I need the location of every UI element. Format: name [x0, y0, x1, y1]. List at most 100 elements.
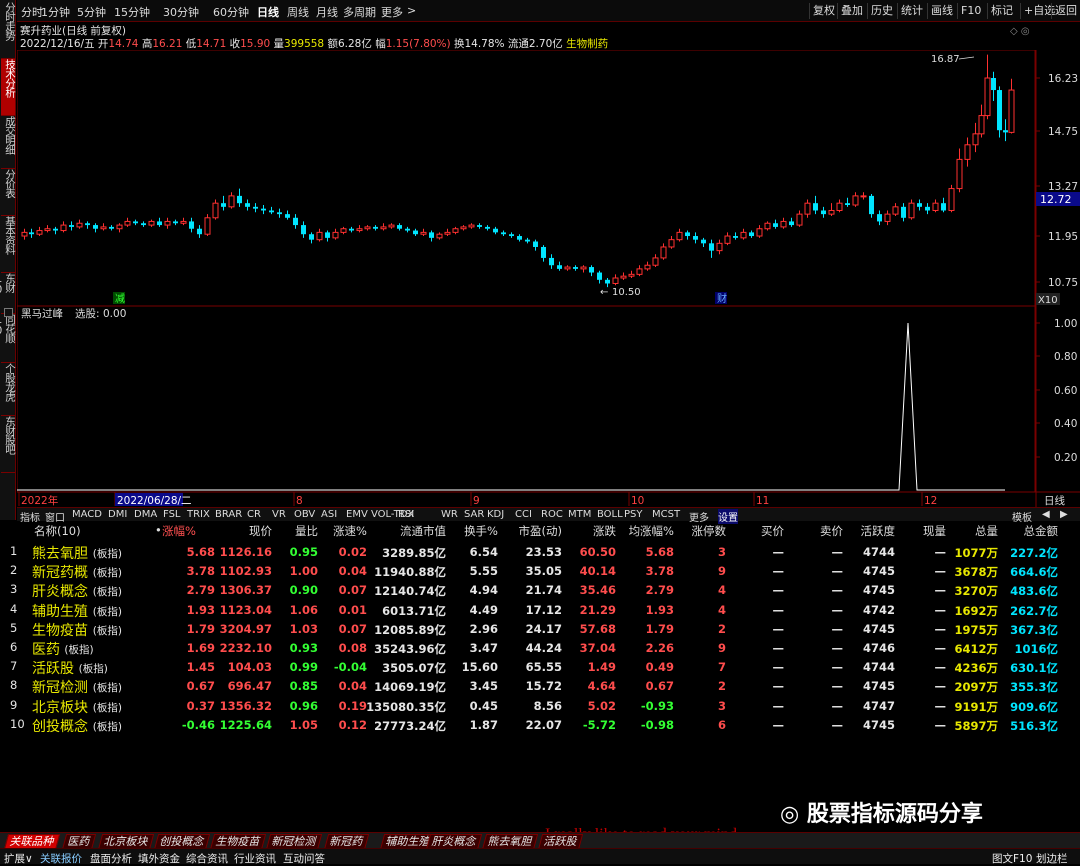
table-row[interactable]: 4 辅助生殖 (板指) 1.93 1123.04 1.06 0.01 6013.71亿 4.49… [0, 601, 1080, 620]
indicator-tab-15[interactable]: WR [441, 509, 458, 520]
left-tab-6[interactable]: 同花顺10 [0, 314, 16, 363]
cell-act: 4745 [862, 717, 895, 732]
column-header-14[interactable]: 活跃度 [861, 523, 896, 539]
left-tab-0[interactable]: 分时走势 [1, 2, 16, 59]
indicator-tab-18[interactable]: CCI [515, 509, 532, 520]
toolbar-button-8[interactable]: 返回 [1051, 3, 1080, 19]
left-tab-1[interactable]: 技术分析 [1, 59, 16, 116]
period-tab-9[interactable]: 多周期 [343, 4, 376, 20]
row-index: 3 [10, 582, 18, 597]
column-header-6[interactable]: 流通市值 [400, 523, 446, 539]
candle-body-down [501, 232, 506, 235]
table-row[interactable]: 5 生物疫苗 (板指) 1.79 3204.97 1.03 0.07 12085.89亿 2.9… [0, 620, 1080, 639]
candle-body-up [676, 231, 683, 241]
table-row[interactable]: 1 熊去氧胆 (板指) 5.68 1126.16 0.95 0.02 3289.85亿 6.54… [0, 543, 1080, 562]
indicator-tab-7[interactable]: BRAR [215, 509, 242, 520]
period-tab-1[interactable]: 1分钟 [41, 4, 70, 20]
column-header-1[interactable]: • [155, 523, 162, 537]
table-row[interactable]: 6 医药 (板指) 1.69 2232.10 0.93 0.08 35243.96亿 3.47 4… [0, 639, 1080, 658]
column-header-17[interactable]: 总金额 [1024, 523, 1059, 539]
table-row[interactable]: 3 肝炎概念 (板指) 2.79 1306.37 0.90 0.07 12140.74亿 4.9… [0, 581, 1080, 600]
indicator-tab-21[interactable]: BOLL [597, 509, 623, 520]
period-tab-2[interactable]: 5分钟 [77, 4, 106, 20]
period-tab-6[interactable]: 日线 [257, 4, 279, 20]
column-header-2[interactable]: 涨幅% [162, 523, 196, 539]
indicator-tab-9[interactable]: VR [272, 509, 286, 520]
toolbar-button-1[interactable]: 叠加 [837, 3, 866, 19]
indicator-tab-17[interactable]: KDJ [487, 509, 504, 520]
indicator-tab-14[interactable]: RSI [398, 509, 414, 520]
period-tab-8[interactable]: 月线 [316, 4, 338, 20]
toolbar-button-3[interactable]: 统计 [897, 3, 926, 19]
toolbar-button-0[interactable]: 复权 [809, 3, 838, 19]
indicator-tab-20[interactable]: MTM [568, 509, 591, 520]
tab-scroll-right-icon[interactable]: ▶ [1060, 509, 1068, 520]
indicator-tab-5[interactable]: FSL [163, 509, 181, 520]
column-header-3[interactable]: 现价 [249, 523, 272, 539]
toolbar-button-2[interactable]: 历史 [867, 3, 896, 19]
cell-price: 1123.04 [219, 602, 272, 617]
period-tab-4[interactable]: 30分钟 [163, 4, 199, 20]
left-tab-8[interactable]: 东财股吧 [1, 416, 16, 473]
candle-body-up [580, 266, 587, 270]
indicator-tab-6[interactable]: TRIX [187, 509, 210, 520]
indicator-toggle-icon[interactable] [4, 308, 13, 317]
column-header-10[interactable]: 均涨幅% [629, 523, 674, 539]
left-tab-3[interactable]: 分价表 [1, 169, 16, 216]
table-row[interactable]: 8 新冠检测 (板指) 0.67 696.47 0.85 0.04 14069.19亿 3.45… [0, 677, 1080, 696]
column-header-16[interactable]: 总量 [975, 523, 998, 539]
tab-scroll-left-icon[interactable]: ◀ [1042, 509, 1050, 520]
period-tab-0[interactable]: 分时 [21, 4, 43, 20]
cell-mv: 27773.24亿 [374, 718, 446, 733]
column-header-12[interactable]: 买价 [761, 523, 784, 539]
indicator-tab-19[interactable]: ROC [541, 509, 563, 520]
indicator-tab-12[interactable]: EMV [346, 509, 368, 520]
period-tab-7[interactable]: 周线 [287, 4, 309, 20]
left-tab-2[interactable]: 成交明细 [1, 116, 16, 169]
indicator-tab-11[interactable]: ASI [321, 509, 337, 520]
period-tab-5[interactable]: 60分钟 [213, 4, 249, 20]
date-axis: 2022年 2022/06/28/二 8 9 10 11 12 日线 [18, 492, 1066, 507]
column-header-8[interactable]: 市盈(动) [519, 523, 562, 539]
column-header-0[interactable]: 名称(10) [34, 523, 81, 539]
column-header-7[interactable]: 换手% [464, 523, 498, 539]
indicator-tab-3[interactable]: DMI [108, 509, 127, 520]
left-tab-4[interactable]: 基本资料 [1, 216, 16, 273]
indicator-tab-1[interactable]: 窗口 [45, 509, 65, 524]
indicator-tab-23[interactable]: MCST [652, 509, 680, 520]
indicator-tab-0[interactable]: 指标 [20, 509, 40, 524]
indicator-tab-10[interactable]: OBV [294, 509, 315, 520]
column-header-5[interactable]: 涨速% [333, 523, 367, 539]
candle-body-up [21, 231, 28, 237]
table-row[interactable]: 7 活跃股 (板指) 1.45 104.03 0.99 -0.04 3505.07亿 15.60… [0, 658, 1080, 677]
indicator-tab-4[interactable]: DMA [134, 509, 157, 520]
cell-speed: 0.12 [338, 717, 367, 732]
indicator-tab-16[interactable]: SAR [464, 509, 484, 520]
table-row[interactable]: 2 新冠药概 (板指) 3.78 1102.93 1.00 0.04 11940.88亿 5.5… [0, 562, 1080, 581]
period-tab-10[interactable]: 更多 [381, 4, 403, 20]
cell-cur: — [934, 641, 947, 655]
toolbar-button-5[interactable]: F10 [957, 3, 984, 19]
cell-act: 4744 [862, 545, 895, 559]
candle-body-down [701, 239, 706, 244]
indicator-tab-8[interactable]: CR [247, 509, 261, 520]
indicator-tab-24[interactable]: 更多 [689, 509, 709, 524]
indicator-tab-25[interactable]: 设置 [718, 509, 738, 524]
left-tab-7[interactable]: 个股龙虎 [1, 363, 16, 416]
toolbar-button-4[interactable]: 画线 [927, 3, 956, 19]
chart-settings-icon[interactable]: ◇ ◎ [1010, 26, 1030, 37]
indicator-tab-22[interactable]: PSY [624, 509, 643, 520]
table-row[interactable]: 9 北京板块 (板指) 0.37 1356.32 0.96 0.19 135080.35亿 0.… [0, 697, 1080, 716]
indicator-tab-2[interactable]: MACD [72, 509, 102, 520]
column-header-9[interactable]: 涨跌 [593, 523, 616, 539]
more-chevron-icon[interactable]: > [407, 4, 416, 17]
column-header-13[interactable]: 卖价 [820, 523, 843, 539]
toolbar-button-6[interactable]: 标记 [987, 3, 1016, 19]
period-tab-3[interactable]: 15分钟 [114, 4, 150, 20]
column-header-4[interactable]: 量比 [295, 523, 318, 539]
template-button[interactable]: 模板 [1012, 509, 1032, 524]
column-header-11[interactable]: 涨停数 [692, 523, 727, 539]
cell-speed: 0.02 [338, 545, 367, 559]
table-row[interactable]: 10 创投概念 (板指) -0.46 1225.64 1.05 0.12 27773.24亿 1… [0, 716, 1080, 735]
column-header-15[interactable]: 现量 [923, 523, 946, 539]
